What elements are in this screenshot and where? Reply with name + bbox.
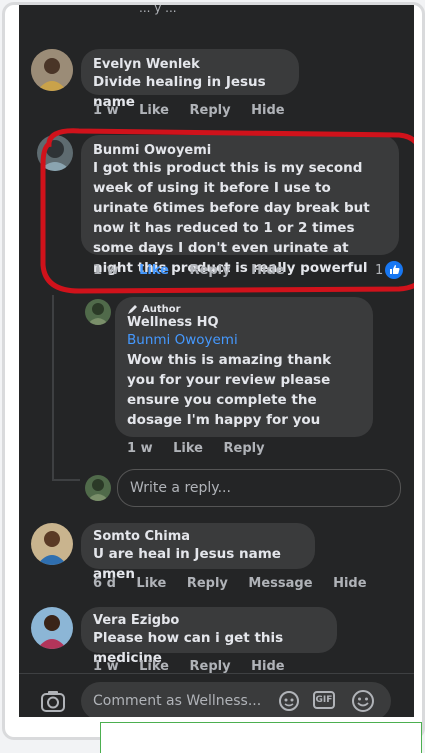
gif-button[interactable]: GIF bbox=[313, 691, 335, 709]
reply-mention[interactable]: Bunmi Owoyemi bbox=[127, 330, 361, 350]
phone-frame: ... y ... Evelyn Wenlek Divide healing i… bbox=[2, 2, 425, 740]
person-avatar-icon bbox=[31, 607, 73, 649]
avatar[interactable] bbox=[31, 607, 73, 649]
comment-placeholder: Comment as Wellness... bbox=[93, 693, 262, 709]
comment-time: 1 w bbox=[93, 103, 119, 118]
reply-author[interactable]: Wellness HQ bbox=[127, 315, 361, 330]
author-badge: Author bbox=[127, 303, 361, 315]
reply-time: 1 w bbox=[127, 441, 153, 456]
avatar[interactable] bbox=[31, 49, 73, 91]
comment-time: 1 w bbox=[93, 659, 119, 674]
reply-button[interactable]: Reply bbox=[190, 659, 231, 674]
hide-button[interactable]: Hide bbox=[333, 576, 366, 591]
like-button[interactable]: Like bbox=[139, 103, 169, 118]
red-highlight-outline bbox=[40, 128, 414, 294]
avatar[interactable] bbox=[85, 299, 111, 325]
comment-bubble: Somto Chima U are heal in Jesus name ame… bbox=[81, 523, 315, 582]
comment-author[interactable]: Evelyn Wenlek bbox=[93, 57, 287, 72]
avatar-sticker-icon[interactable] bbox=[277, 690, 301, 712]
avatar bbox=[85, 475, 111, 501]
person-avatar-icon bbox=[31, 49, 73, 91]
pen-icon bbox=[128, 305, 137, 314]
comment-author[interactable]: Somto Chima bbox=[93, 529, 303, 544]
reply-button[interactable]: Reply bbox=[190, 103, 231, 118]
write-reply-input[interactable]: Write a reply... bbox=[117, 469, 401, 507]
hide-button[interactable]: Hide bbox=[251, 659, 284, 674]
comment-time: 6 d bbox=[93, 576, 116, 591]
camera-icon[interactable] bbox=[41, 690, 65, 712]
message-button[interactable]: Message bbox=[248, 576, 312, 591]
reply-button[interactable]: Reply bbox=[187, 576, 228, 591]
page-avatar-icon bbox=[85, 475, 111, 501]
emoji-icon[interactable] bbox=[351, 689, 375, 713]
reply-text: Wow this is amazing thank you for your r… bbox=[127, 352, 332, 428]
comment-actions: 6 d Like Reply Message Hide bbox=[93, 576, 383, 591]
partial-header-text: ... y ... bbox=[139, 5, 177, 15]
reply-bubble: Author Wellness HQ Bunmi Owoyemi Wow thi… bbox=[115, 297, 373, 437]
comments-screen: ... y ... Evelyn Wenlek Divide healing i… bbox=[19, 5, 414, 717]
reply-actions: 1 w Like Reply bbox=[127, 441, 281, 456]
comment-actions: 1 w Like Reply Hide bbox=[93, 103, 301, 118]
like-button[interactable]: Like bbox=[173, 441, 203, 456]
reply-thread-line bbox=[52, 295, 54, 481]
hide-button[interactable]: Hide bbox=[251, 103, 284, 118]
person-avatar-icon bbox=[31, 523, 73, 565]
like-button[interactable]: Like bbox=[136, 576, 166, 591]
author-badge-label: Author bbox=[142, 303, 181, 315]
comment-author[interactable]: Vera Ezigbo bbox=[93, 613, 325, 628]
reply-button[interactable]: Reply bbox=[224, 441, 265, 456]
comment-bubble: Evelyn Wenlek Divide healing in Jesus na… bbox=[81, 49, 299, 110]
comment-actions: 1 w Like Reply Hide bbox=[93, 659, 301, 674]
comment-composer-bar: Comment as Wellness... GIF bbox=[19, 673, 414, 717]
overlay-box-edge bbox=[100, 722, 422, 753]
avatar[interactable] bbox=[31, 523, 73, 565]
comment-bubble: Vera Ezigbo Please how can i get this me… bbox=[81, 607, 337, 666]
page-avatar-icon bbox=[85, 299, 111, 325]
reply-thread-connector bbox=[52, 479, 80, 481]
comment-input[interactable]: Comment as Wellness... GIF bbox=[81, 682, 391, 717]
like-button[interactable]: Like bbox=[139, 659, 169, 674]
